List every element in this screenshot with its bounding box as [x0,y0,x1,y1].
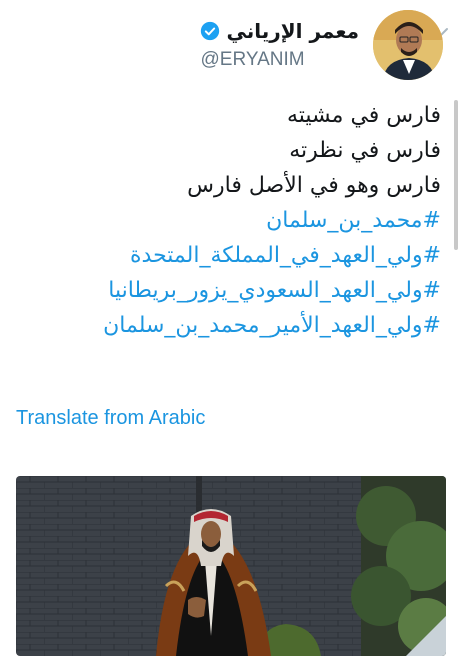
scrollbar[interactable] [454,100,458,250]
hashtag-link[interactable]: #ولي_العهد_السعودي_يزور_بريطانيا [21,273,441,308]
avatar[interactable] [373,10,443,80]
tweet-line: فارس وهو في الأصل فارس [187,173,441,198]
user-names: معمر الإرياني @ERYANIM [200,19,359,71]
tweet-text: فارس في مشيته فارس في نظرته فارس وهو في … [21,98,441,343]
tweet-photo[interactable] [16,476,446,656]
hashtag-link[interactable]: #ولي_العهد_الأمير_محمد_بن_سلمان [21,308,441,343]
user-handle[interactable]: @ERYANIM [200,49,304,71]
tweet-header: معمر الإرياني @ERYANIM [200,10,443,80]
verified-badge-icon [201,21,220,41]
hashtag-link[interactable]: #ولي_العهد_في_المملكة_المتحدة [21,238,441,273]
tweet-line: فارس في نظرته [289,138,441,163]
tweet-line: فارس في مشيته [286,103,441,128]
display-name[interactable]: معمر الإرياني [226,19,359,43]
translate-link[interactable]: Translate from Arabic [16,407,205,430]
hashtag-link[interactable]: #محمد_بن_سلمان [21,203,441,238]
display-name-row: معمر الإرياني [200,19,359,43]
